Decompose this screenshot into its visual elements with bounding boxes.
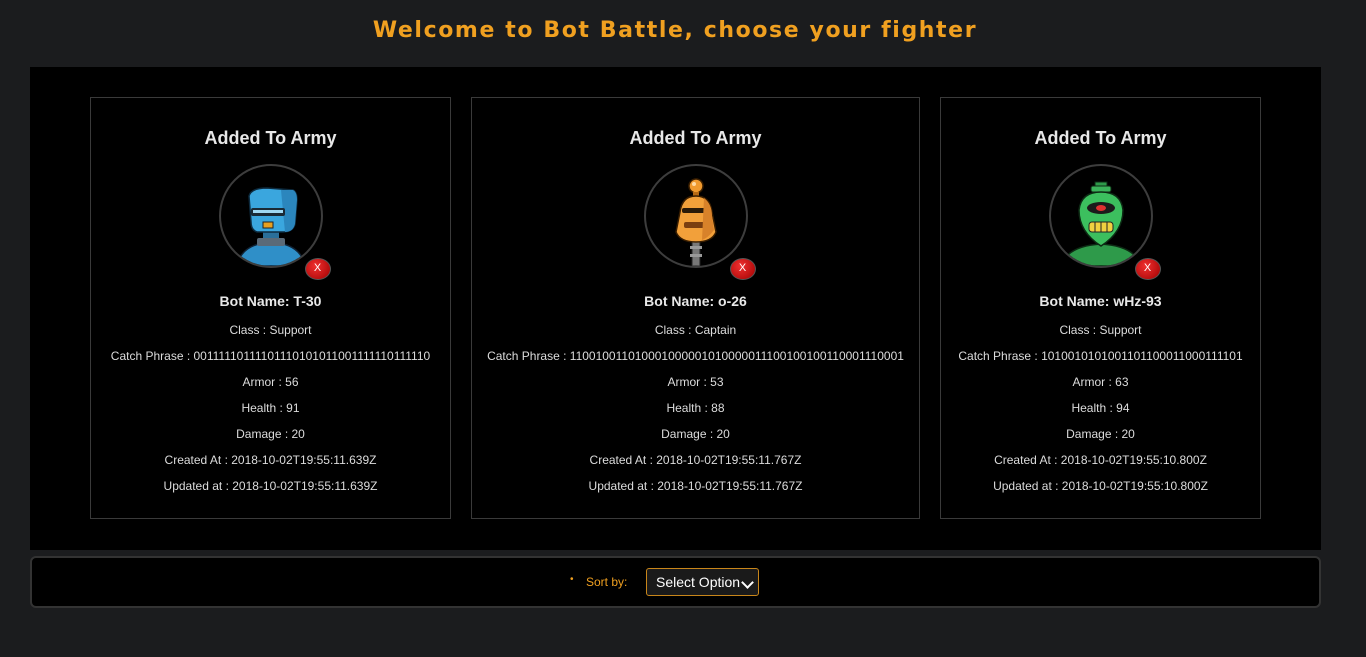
bot-class: Class : Support	[1059, 323, 1142, 337]
bot-updated-at: Updated at : 2018-10-02T19:55:11.639Z	[163, 479, 378, 493]
bot-damage: Damage : 20	[661, 427, 730, 441]
robot-orange-avatar-icon	[643, 164, 748, 268]
card-heading: Added To Army	[204, 128, 337, 148]
page-scrollbar[interactable]	[1350, 0, 1366, 657]
bot-damage: Damage : 20	[1066, 427, 1135, 441]
page: Welcome to Bot Battle, choose your fight…	[0, 0, 1366, 657]
sort-label: Sort by:	[586, 575, 628, 589]
bot-updated-at: Updated at : 2018-10-02T19:55:11.767Z	[588, 479, 803, 493]
sort-bullet: •	[570, 574, 574, 585]
sort-select[interactable]: Select Option	[646, 568, 759, 596]
bot-name: Bot Name: wHz-93	[1039, 293, 1162, 309]
bot-name: Bot Name: o-26	[644, 293, 747, 309]
bot-damage: Damage : 20	[236, 427, 305, 441]
bot-card[interactable]: Added To Army X Bot Name: T-30 Class : S…	[90, 97, 451, 519]
card-heading: Added To Army	[629, 128, 762, 148]
bot-health: Health : 94	[1071, 401, 1130, 415]
bot-card[interactable]: Added To Army X Bot Name: o-26 Class : C	[471, 97, 920, 519]
remove-bot-button[interactable]: X	[304, 258, 331, 280]
bot-armor: Armor : 53	[667, 375, 724, 389]
bot-class: Class : Captain	[654, 323, 737, 337]
sort-bar: • Sort by: Select Option	[30, 556, 1321, 608]
bot-health: Health : 91	[241, 401, 300, 415]
bot-catch-phrase: Catch Phrase : 1100100110100010000010100…	[487, 349, 904, 363]
card-heading: Added To Army	[1034, 128, 1167, 148]
bot-card[interactable]: Added To Army X Bot Name: wHz-93 Class :	[940, 97, 1261, 519]
bot-armor: Armor : 56	[242, 375, 299, 389]
bot-created-at: Created At : 2018-10-02T19:55:10.800Z	[994, 453, 1207, 467]
bot-class: Class : Support	[229, 323, 312, 337]
army-panel: Added To Army X Bot Name: T-30 Class : S…	[30, 67, 1321, 550]
bot-armor: Armor : 63	[1072, 375, 1129, 389]
bot-created-at: Created At : 2018-10-02T19:55:11.767Z	[589, 453, 802, 467]
bot-name: Bot Name: T-30	[219, 293, 322, 309]
chevron-down-icon	[741, 576, 754, 589]
sort-select-value: Select Option	[656, 574, 741, 590]
bot-catch-phrase: Catch Phrase : 0011111011110111010101100…	[110, 349, 431, 363]
remove-bot-button[interactable]: X	[729, 258, 756, 280]
robot-blue-avatar-icon	[218, 164, 323, 268]
bot-updated-at: Updated at : 2018-10-02T19:55:10.800Z	[993, 479, 1208, 493]
bot-catch-phrase: Catch Phrase : 1010010101001101100011000…	[958, 349, 1243, 363]
page-title: Welcome to Bot Battle, choose your fight…	[372, 18, 978, 43]
bot-health: Health : 88	[666, 401, 725, 415]
bot-created-at: Created At : 2018-10-02T19:55:11.639Z	[164, 453, 377, 467]
robot-green-avatar-icon	[1048, 164, 1153, 268]
remove-bot-button[interactable]: X	[1134, 258, 1161, 280]
